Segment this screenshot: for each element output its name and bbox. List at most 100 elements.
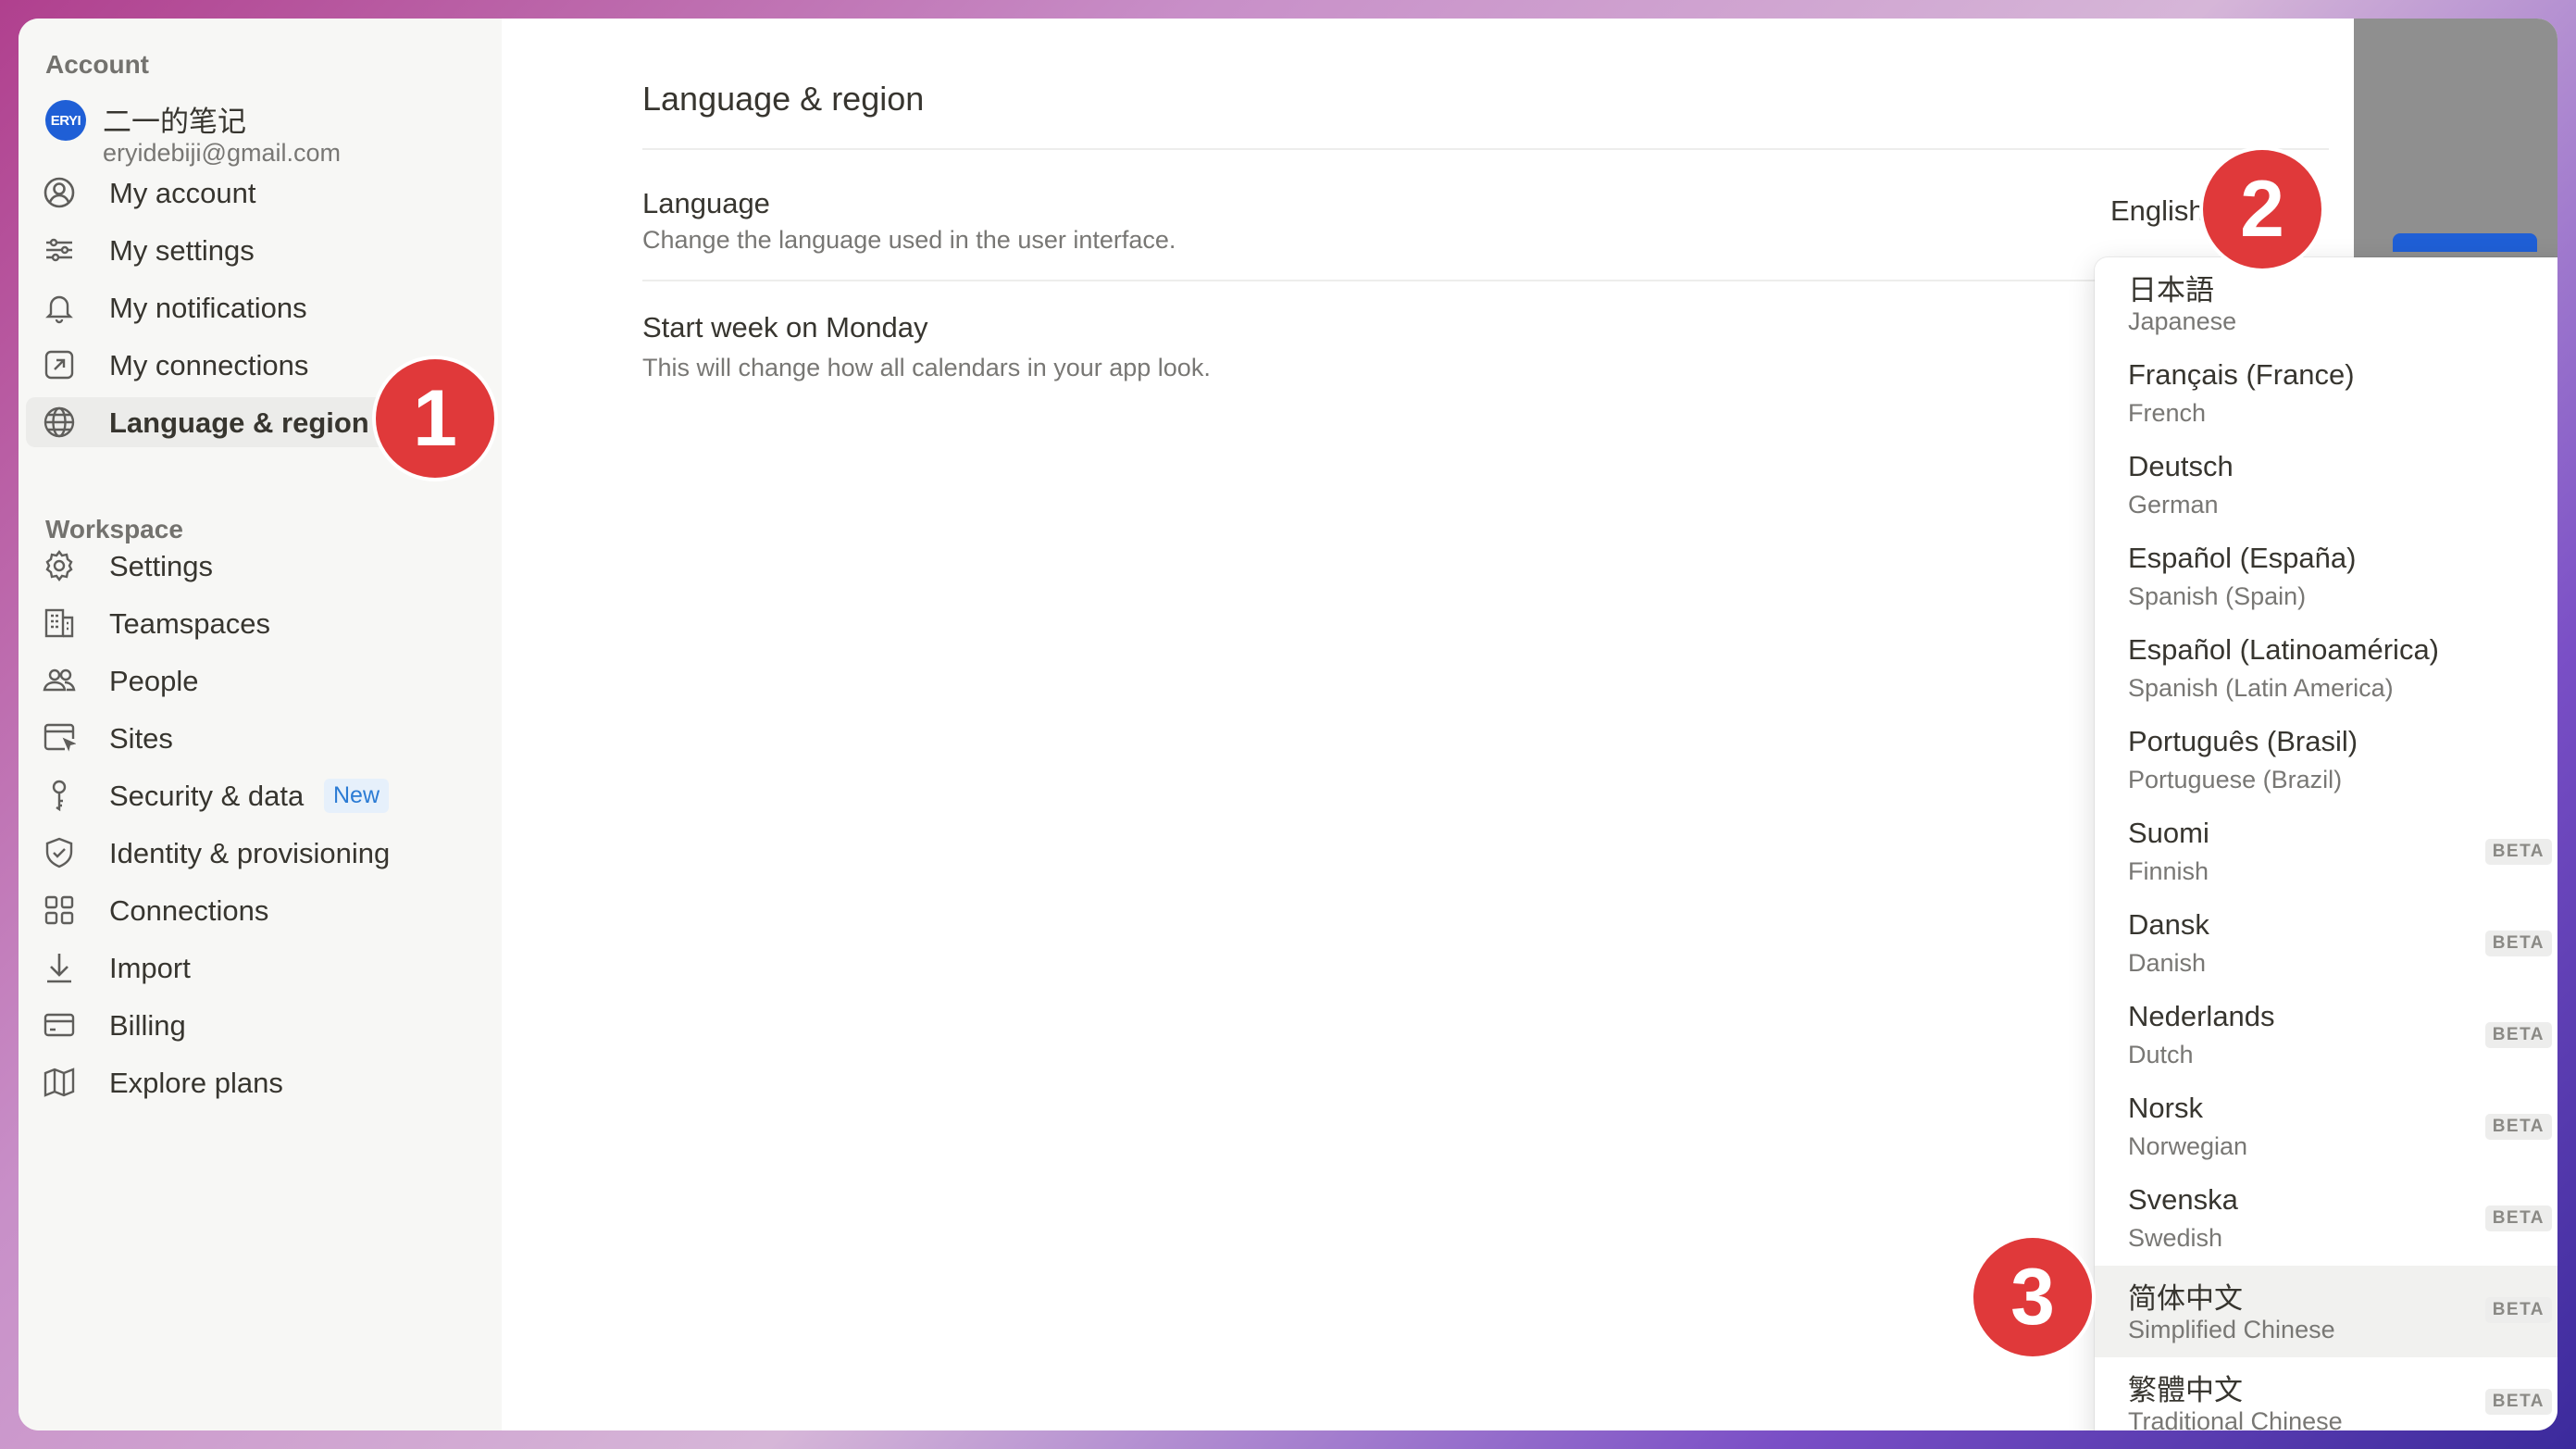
option-native-name: Español (España) <box>2128 542 2357 574</box>
sidebar-item-connections[interactable]: Connections <box>26 885 494 935</box>
option-native-name: Svenska <box>2128 1183 2238 1216</box>
option-english-name: Portuguese (Brazil) <box>2128 766 2343 793</box>
language-option-simplified-chinese[interactable]: 简体中文 Simplified Chinese BETA <box>2095 1266 2557 1357</box>
avatar: ERYI <box>45 100 86 141</box>
language-setting-title: Language <box>642 187 770 219</box>
profile-email: eryidebiji@gmail.com <box>103 139 341 167</box>
divider <box>642 280 2329 281</box>
option-native-name: Suomi <box>2128 817 2209 849</box>
sidebar-item-explore-plans[interactable]: Explore plans <box>26 1057 494 1107</box>
option-english-name: Spanish (Spain) <box>2128 582 2307 610</box>
sidebar-item-label: Billing <box>109 1009 186 1042</box>
sidebar-item-label: Teamspaces <box>109 607 271 640</box>
sidebar-item-teamspaces[interactable]: Teamspaces <box>26 598 494 648</box>
key-icon <box>43 779 76 812</box>
sidebar-item-my-settings[interactable]: My settings <box>26 225 494 275</box>
credit-card-icon <box>43 1008 76 1042</box>
step-callout-3: 3 <box>1973 1238 2092 1356</box>
sidebar-item-identity-provisioning[interactable]: Identity & provisioning <box>26 828 494 878</box>
language-option-portuguese[interactable]: Português (Brasil) Portuguese (Brazil) <box>2095 716 2557 807</box>
people-icon <box>43 664 76 697</box>
language-option-danish[interactable]: Dansk Danish BETA <box>2095 899 2557 991</box>
sidebar-item-security-data[interactable]: Security & data New <box>26 770 494 820</box>
new-badge: New <box>324 779 390 813</box>
sidebar-item-label: Sites <box>109 722 173 755</box>
option-english-name: Finnish <box>2128 857 2209 885</box>
option-english-name: Traditional Chinese <box>2128 1407 2343 1430</box>
sidebar-item-label: Identity & provisioning <box>109 837 391 869</box>
grid-apps-icon <box>43 893 76 927</box>
globe-icon <box>43 406 76 439</box>
sidebar-item-sites[interactable]: Sites <box>26 713 494 763</box>
settings-main: Language & region Language Change the la… <box>502 19 2372 1430</box>
profile-card: ERYI 二一的笔记 eryidebiji@gmail.com <box>45 83 490 167</box>
option-english-name: Dutch <box>2128 1041 2194 1068</box>
step-callout-1: 1 <box>376 359 494 478</box>
divider <box>642 148 2329 150</box>
sidebar-item-billing[interactable]: Billing <box>26 1000 494 1050</box>
language-option-finnish[interactable]: Suomi Finnish BETA <box>2095 807 2557 899</box>
gear-icon <box>43 549 76 582</box>
language-option-traditional-chinese[interactable]: 繁體中文 Traditional Chinese BETA <box>2095 1357 2557 1430</box>
sidebar-item-label: Import <box>109 952 191 984</box>
option-english-name: Norwegian <box>2128 1132 2248 1160</box>
shield-check-icon <box>43 836 76 869</box>
sidebar-item-people[interactable]: People <box>26 656 494 706</box>
sidebar-item-my-notifications[interactable]: My notifications <box>26 282 494 332</box>
language-select[interactable]: English <box>2110 194 2205 228</box>
beta-badge: BETA <box>2484 931 2552 956</box>
week-setting-description: This will change how all calendars in yo… <box>642 354 1211 381</box>
sidebar-item-label: Language & region <box>109 406 369 439</box>
option-native-name: 简体中文 <box>2128 1282 2243 1316</box>
beta-badge: BETA <box>2484 839 2552 865</box>
option-native-name: Français (France) <box>2128 358 2355 391</box>
beta-badge: BETA <box>2484 1114 2552 1140</box>
browser-cursor-icon <box>43 721 77 755</box>
option-english-name: Simplified Chinese <box>2128 1316 2335 1343</box>
profile-name: 二一的笔记 <box>103 106 246 139</box>
option-english-name: Spanish (Latin America) <box>2128 674 2394 702</box>
option-english-name: Swedish <box>2128 1224 2223 1252</box>
beta-badge: BETA <box>2484 1297 2552 1323</box>
sidebar-item-import[interactable]: Import <box>26 943 494 993</box>
language-setting-description: Change the language used in the user int… <box>642 226 1176 254</box>
sliders-icon <box>43 233 76 267</box>
language-option-french[interactable]: Français (France) French <box>2095 349 2557 441</box>
language-option-spanish-latam[interactable]: Español (Latinoamérica) Spanish (Latin A… <box>2095 624 2557 716</box>
option-native-name: Norsk <box>2128 1092 2203 1124</box>
account-section-title: Account <box>45 50 149 79</box>
language-option-german[interactable]: Deutsch German <box>2095 441 2557 532</box>
sidebar-item-label: My notifications <box>109 292 307 324</box>
sidebar-item-settings[interactable]: Settings <box>26 541 494 591</box>
beta-badge: BETA <box>2484 1389 2552 1415</box>
language-option-swedish[interactable]: Svenska Swedish BETA <box>2095 1174 2557 1266</box>
sidebar-item-label: Explore plans <box>109 1067 283 1099</box>
language-option-spanish-spain[interactable]: Español (España) Spanish (Spain) <box>2095 532 2557 624</box>
step-callout-2: 2 <box>2203 150 2321 269</box>
option-native-name: Nederlands <box>2128 1000 2275 1032</box>
language-option-norwegian[interactable]: Norsk Norwegian BETA <box>2095 1082 2557 1174</box>
language-option-japanese[interactable]: 日本語 Japanese <box>2095 257 2557 349</box>
week-setting-title: Start week on Monday <box>642 311 928 344</box>
language-option-dutch[interactable]: Nederlands Dutch BETA <box>2095 991 2557 1082</box>
option-english-name: French <box>2128 399 2207 427</box>
toggle-edge <box>2393 233 2537 252</box>
sidebar-item-label: People <box>109 665 199 697</box>
option-english-name: Danish <box>2128 949 2207 977</box>
bell-icon <box>43 291 76 324</box>
sidebar-item-label: My connections <box>109 349 309 381</box>
map-icon <box>43 1066 76 1099</box>
option-english-name: German <box>2128 491 2219 518</box>
building-icon <box>43 606 76 640</box>
sidebar-item-label: Settings <box>109 550 214 582</box>
external-link-box-icon <box>43 348 76 381</box>
sidebar-item-my-account[interactable]: My account <box>26 168 494 218</box>
page-title: Language & region <box>642 80 925 118</box>
option-english-name: Japanese <box>2128 307 2237 335</box>
option-native-name: Deutsch <box>2128 450 2234 482</box>
sidebar-item-label: My account <box>109 177 256 209</box>
option-native-name: Português (Brasil) <box>2128 725 2358 757</box>
user-circle-icon <box>43 176 76 209</box>
sidebar-item-label: Connections <box>109 894 269 927</box>
sidebar-item-label: My settings <box>109 234 255 267</box>
